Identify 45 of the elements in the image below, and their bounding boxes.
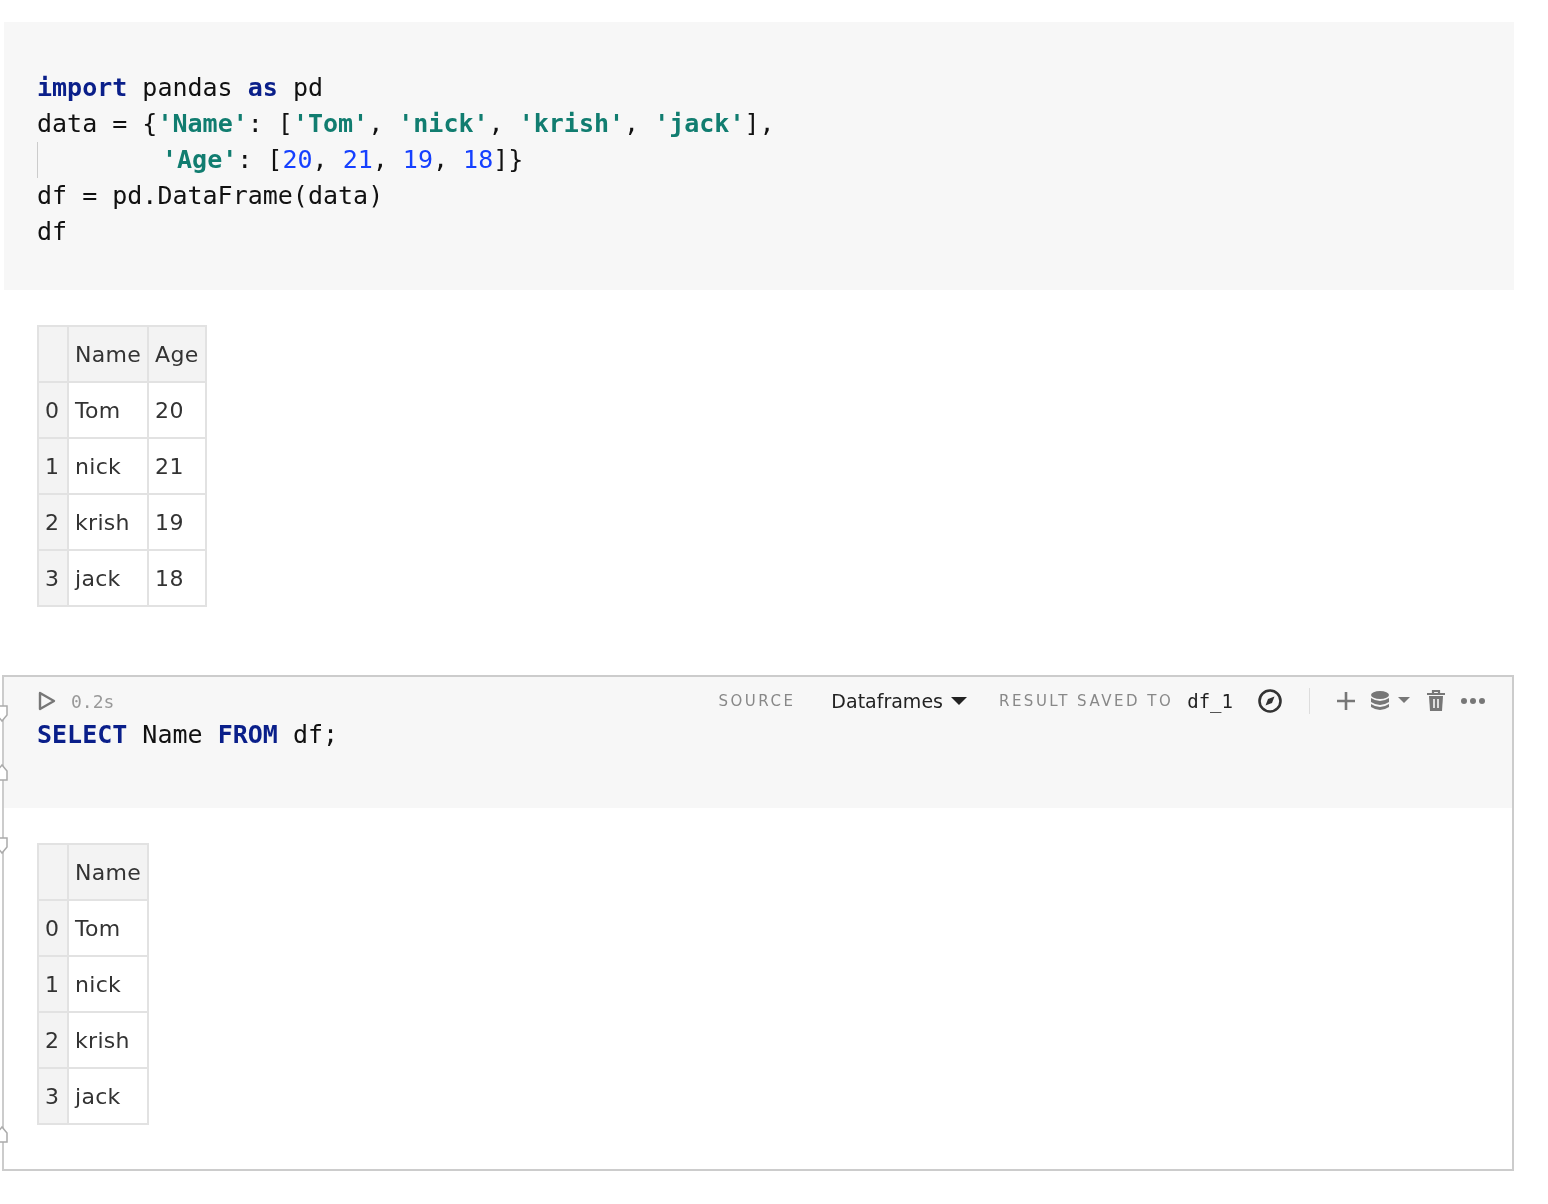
row-index: 1 xyxy=(38,956,68,1012)
code-line: SELECT Name FROM df; xyxy=(37,719,339,751)
column-header: Age xyxy=(148,326,206,382)
code-line: data = {'Name': ['Tom', 'nick', 'krish', 'jack'], xyxy=(37,108,775,140)
row-index: 1 xyxy=(38,438,68,494)
table-cell: Tom xyxy=(68,900,149,956)
code-line: 'Age': [20, 21, 19, 18]} xyxy=(162,144,524,176)
table-cell: krish xyxy=(68,494,149,550)
row-index: 2 xyxy=(38,1012,68,1068)
row-index: 0 xyxy=(38,900,68,956)
row-index: 0 xyxy=(38,382,68,438)
table-cell: 20 xyxy=(148,382,206,438)
row-index: 2 xyxy=(38,494,68,550)
execution-time: 0.2s xyxy=(71,690,115,712)
table-cell: jack xyxy=(68,1068,149,1124)
source-dropdown[interactable]: Dataframes xyxy=(831,690,967,712)
table-cell: nick xyxy=(68,438,149,494)
trash-icon[interactable] xyxy=(1426,690,1446,712)
code-line: df xyxy=(37,216,68,248)
row-index: 3 xyxy=(38,1068,68,1124)
table-cell: 19 xyxy=(148,494,206,550)
add-icon[interactable] xyxy=(1336,691,1356,711)
database-icon[interactable] xyxy=(1370,690,1412,712)
result-variable: df_1 xyxy=(1187,690,1233,712)
run-icon[interactable] xyxy=(37,690,57,712)
result-label: RESULT SAVED TO xyxy=(998,692,1174,710)
more-icon[interactable] xyxy=(1460,697,1486,705)
table-cell: Tom xyxy=(68,382,149,438)
source-label: SOURCE xyxy=(718,692,796,710)
index-header-cell xyxy=(38,844,68,900)
caret-icon xyxy=(950,696,967,706)
compass-icon[interactable] xyxy=(1257,688,1283,714)
code-line: import pandas as pd xyxy=(37,72,323,104)
code-editor[interactable]: 0.2s SOURCE Dataframes RESULT SAVED TO df_1 SELECT Name FROM df; xyxy=(4,677,1512,808)
code-line: df = pd.DataFrame(data) xyxy=(37,180,384,212)
index-header-cell xyxy=(38,326,68,382)
table-cell: 21 xyxy=(148,438,206,494)
table-cell: 18 xyxy=(148,550,206,606)
code-editor[interactable]: import pandas as pd data = {'Name': ['Tom', 'nick', 'krish', 'jack'], 'Age': [20, 21, 19, 18]} df = pd.DataFrame(data) df xyxy=(4,22,1514,290)
column-header: Name xyxy=(68,326,149,382)
table-cell: krish xyxy=(68,1012,149,1068)
table-cell: nick xyxy=(68,956,149,1012)
column-header: Name xyxy=(68,844,149,900)
row-index: 3 xyxy=(38,550,68,606)
table-cell: jack xyxy=(68,550,149,606)
